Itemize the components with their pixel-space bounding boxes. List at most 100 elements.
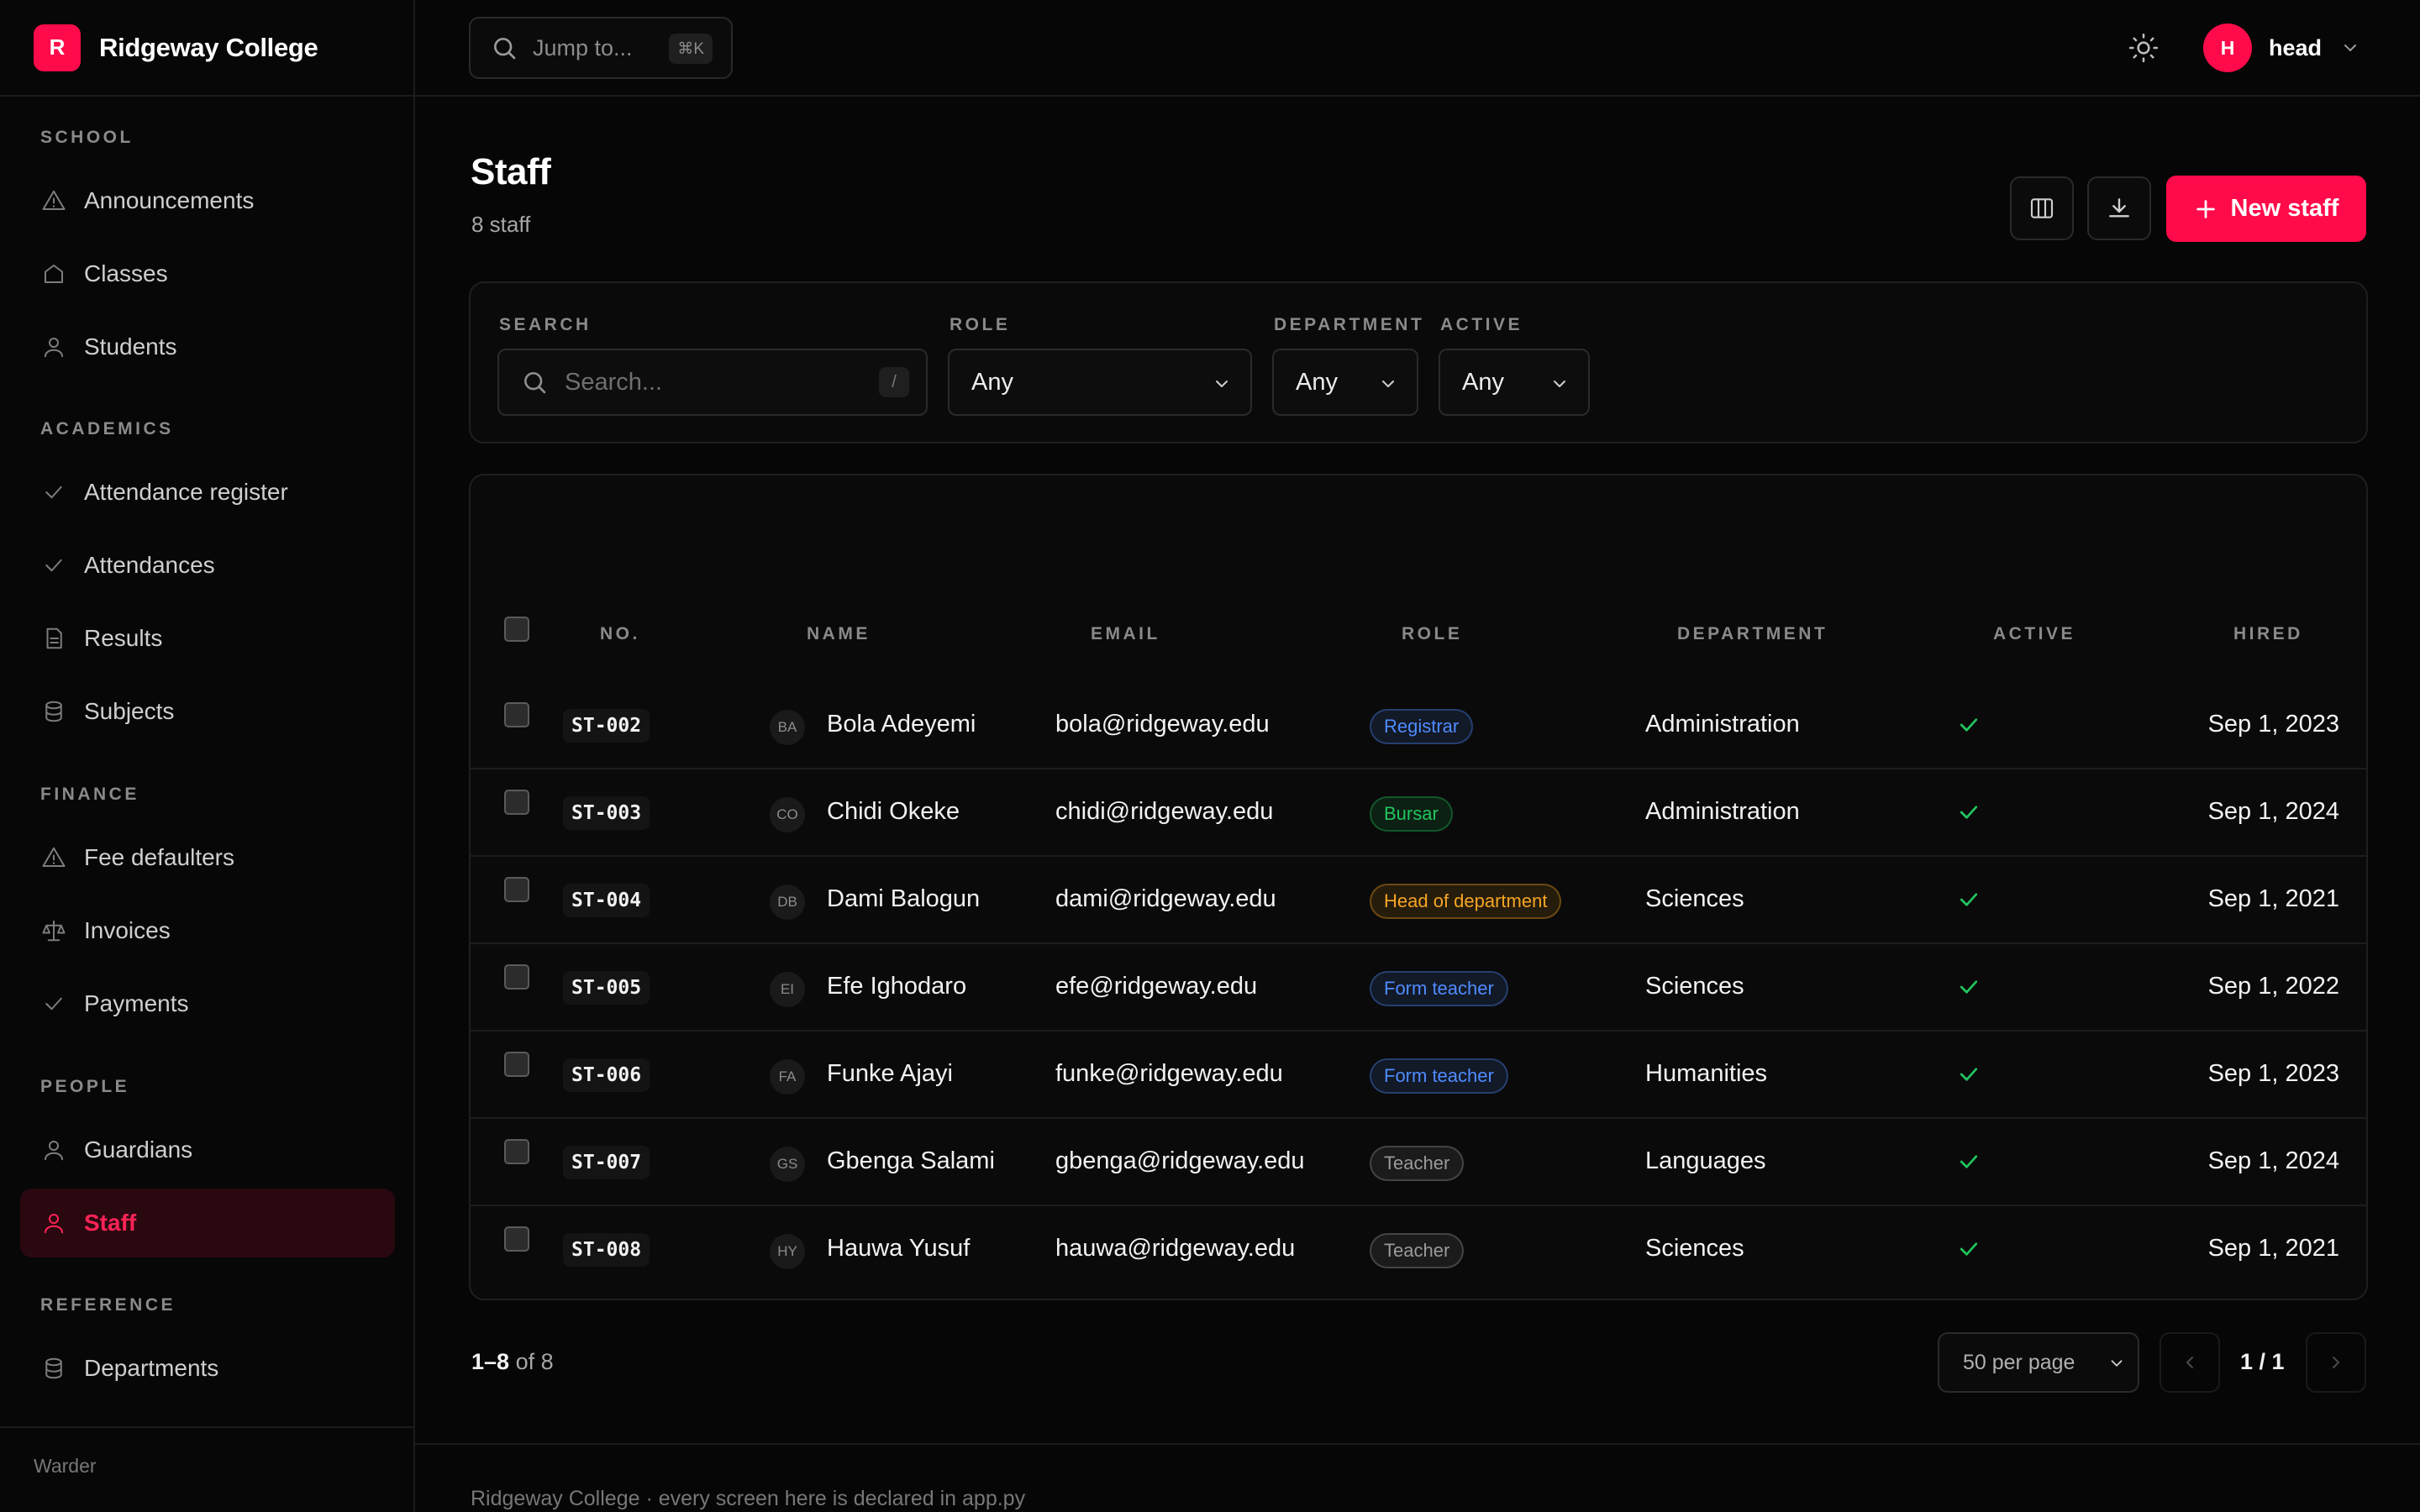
table-row[interactable]: ST-002 BA Bola Adeyemi bola@ridgeway.edu Reg… [471, 682, 2366, 769]
theme-toggle-sun-icon[interactable] [2128, 32, 2160, 64]
staff-number[interactable]: ST-006 [563, 1058, 650, 1092]
select-all-checkbox[interactable] [504, 617, 529, 642]
role-badge: Head of department [1370, 884, 1562, 919]
table-row[interactable]: ST-005 EI Efe Ighodaro efe@ridgeway.edu Form… [471, 944, 2366, 1032]
prev-page-button[interactable] [2160, 1332, 2220, 1393]
user-icon [40, 333, 67, 360]
row-checkbox[interactable] [504, 1052, 529, 1077]
export-button[interactable] [2087, 176, 2151, 240]
jump-to-placeholder: Jump to... [533, 34, 633, 60]
document-icon [40, 625, 67, 652]
table-row[interactable]: ST-006 FA Funke Ajayi funke@ridgeway.edu For… [471, 1032, 2366, 1119]
row-checkbox[interactable] [504, 790, 529, 815]
columns-button[interactable] [2010, 176, 2074, 240]
staff-email: chidi@ridgeway.edu [1055, 798, 1274, 825]
alert-triangle-icon [40, 187, 67, 214]
col-header-active[interactable]: ACTIVE [1993, 624, 2075, 644]
row-checkbox[interactable] [504, 877, 529, 902]
new-staff-label: New staff [2230, 195, 2339, 222]
sidebar-item-label: Departments [84, 1355, 219, 1381]
staff-number[interactable]: ST-005 [563, 971, 650, 1005]
scale-icon [40, 917, 67, 944]
avatar: H [2203, 24, 2252, 72]
table-row[interactable]: ST-003 CO Chidi Okeke chidi@ridgeway.edu Bur… [471, 769, 2366, 857]
chevron-down-icon [2340, 38, 2360, 58]
staff-email: funke@ridgeway.edu [1055, 1060, 1283, 1087]
sidebar-item-announcements[interactable]: Announcements [20, 166, 395, 235]
sidebar-item-attendance-register[interactable]: Attendance register [20, 458, 395, 527]
col-header-hired[interactable]: HIRED [2233, 624, 2303, 644]
staff-number[interactable]: ST-002 [563, 709, 650, 743]
sidebar-item-label: Results [84, 625, 163, 651]
check-icon [40, 479, 67, 506]
hired-date: Sep 1, 2022 [2207, 973, 2339, 1000]
active-check-icon [1956, 1236, 1981, 1262]
staff-name[interactable]: Bola Adeyemi [827, 711, 976, 738]
role-select-value: Any [971, 368, 1013, 396]
staff-name[interactable]: Dami Balogun [827, 885, 980, 913]
col-header-email[interactable]: EMAIL [1091, 624, 1160, 644]
staff-name[interactable]: Funke Ajayi [827, 1060, 953, 1088]
hired-date: Sep 1, 2021 [2207, 885, 2339, 912]
role-select[interactable]: Any [948, 349, 1252, 416]
active-select[interactable]: Any [1439, 349, 1590, 416]
avatar: FA [770, 1059, 805, 1095]
sidebar-item-invoices[interactable]: Invoices [20, 896, 395, 965]
col-header-name[interactable]: NAME [807, 624, 871, 644]
table-row[interactable]: ST-004 DB Dami Balogun dami@ridgeway.edu Hea… [471, 857, 2366, 944]
sidebar-item-results[interactable]: Results [20, 604, 395, 673]
staff-name[interactable]: Chidi Okeke [827, 798, 960, 826]
sidebar-item-guardians[interactable]: Guardians [20, 1116, 395, 1184]
nav-section-reference: REFERENCE [40, 1295, 176, 1315]
row-checkbox[interactable] [504, 1226, 529, 1252]
table-row[interactable]: ST-007 GS Gbenga Salami gbenga@ridgeway.edu… [471, 1119, 2366, 1206]
chevron-right-icon [2326, 1352, 2346, 1373]
staff-name[interactable]: Gbenga Salami [827, 1147, 995, 1175]
staff-table: NO. NAME EMAIL ROLE DEPARTMENT ACTIVE HI… [469, 474, 2368, 1300]
hired-date: Sep 1, 2021 [2207, 1235, 2339, 1262]
sidebar-item-payments[interactable]: Payments [20, 969, 395, 1038]
table-row[interactable]: ST-008 HY Hauwa Yusuf hauwa@ridgeway.edu Tea… [471, 1206, 2366, 1294]
role-badge: Form teacher [1370, 1058, 1508, 1094]
sidebar-item-students[interactable]: Students [20, 312, 395, 381]
row-checkbox[interactable] [504, 702, 529, 727]
staff-number[interactable]: ST-007 [563, 1146, 650, 1179]
sidebar-item-staff[interactable]: Staff [20, 1189, 395, 1257]
sidebar-item-subjects[interactable]: Subjects [20, 677, 395, 746]
brand-name: Ridgeway College [99, 32, 318, 62]
sidebar-item-label: Guardians [84, 1137, 193, 1163]
per-page-select[interactable]: 50 per page [1938, 1332, 2139, 1393]
sidebar-item-label: Subjects [84, 698, 175, 724]
brand[interactable]: R Ridgeway College [0, 0, 415, 97]
new-staff-button[interactable]: New staff [2166, 176, 2366, 242]
staff-number[interactable]: ST-003 [563, 796, 650, 830]
sidebar-item-fee-defaulters[interactable]: Fee defaulters [20, 823, 395, 892]
staff-department: Humanities [1645, 1060, 1768, 1087]
next-page-button[interactable] [2306, 1332, 2366, 1393]
active-check-icon [1956, 887, 1981, 912]
col-header-no[interactable]: NO. [600, 624, 640, 644]
row-checkbox[interactable] [504, 964, 529, 990]
jump-to-search[interactable]: Jump to... ⌘K [469, 17, 733, 79]
avatar: CO [770, 797, 805, 832]
staff-name[interactable]: Efe Ighodaro [827, 973, 966, 1000]
sidebar-item-attendances[interactable]: Attendances [20, 531, 395, 600]
user-menu[interactable]: H head [2203, 24, 2360, 72]
staff-number[interactable]: ST-004 [563, 884, 650, 917]
sidebar-item-classes[interactable]: Classes [20, 239, 395, 308]
col-header-department[interactable]: DEPARTMENT [1677, 624, 1828, 644]
filter-panel: SEARCH Search... / ROLE Any DEPARTMENT A… [469, 281, 2368, 444]
nav-section-academics: ACADEMICS [40, 419, 174, 438]
search-input[interactable]: Search... / [497, 349, 928, 416]
col-header-role[interactable]: ROLE [1402, 624, 1462, 644]
department-select[interactable]: Any [1272, 349, 1418, 416]
staff-name[interactable]: Hauwa Yusuf [827, 1235, 970, 1263]
sidebar-item-departments[interactable]: Departments [20, 1334, 395, 1403]
active-check-icon [1956, 1062, 1981, 1087]
active-check-icon [1956, 800, 1981, 825]
nav-section-finance: FINANCE [40, 785, 139, 804]
staff-number[interactable]: ST-008 [563, 1233, 650, 1267]
brand-logo: R [34, 24, 81, 71]
row-checkbox[interactable] [504, 1139, 529, 1164]
chevron-down-icon [1378, 374, 1398, 394]
